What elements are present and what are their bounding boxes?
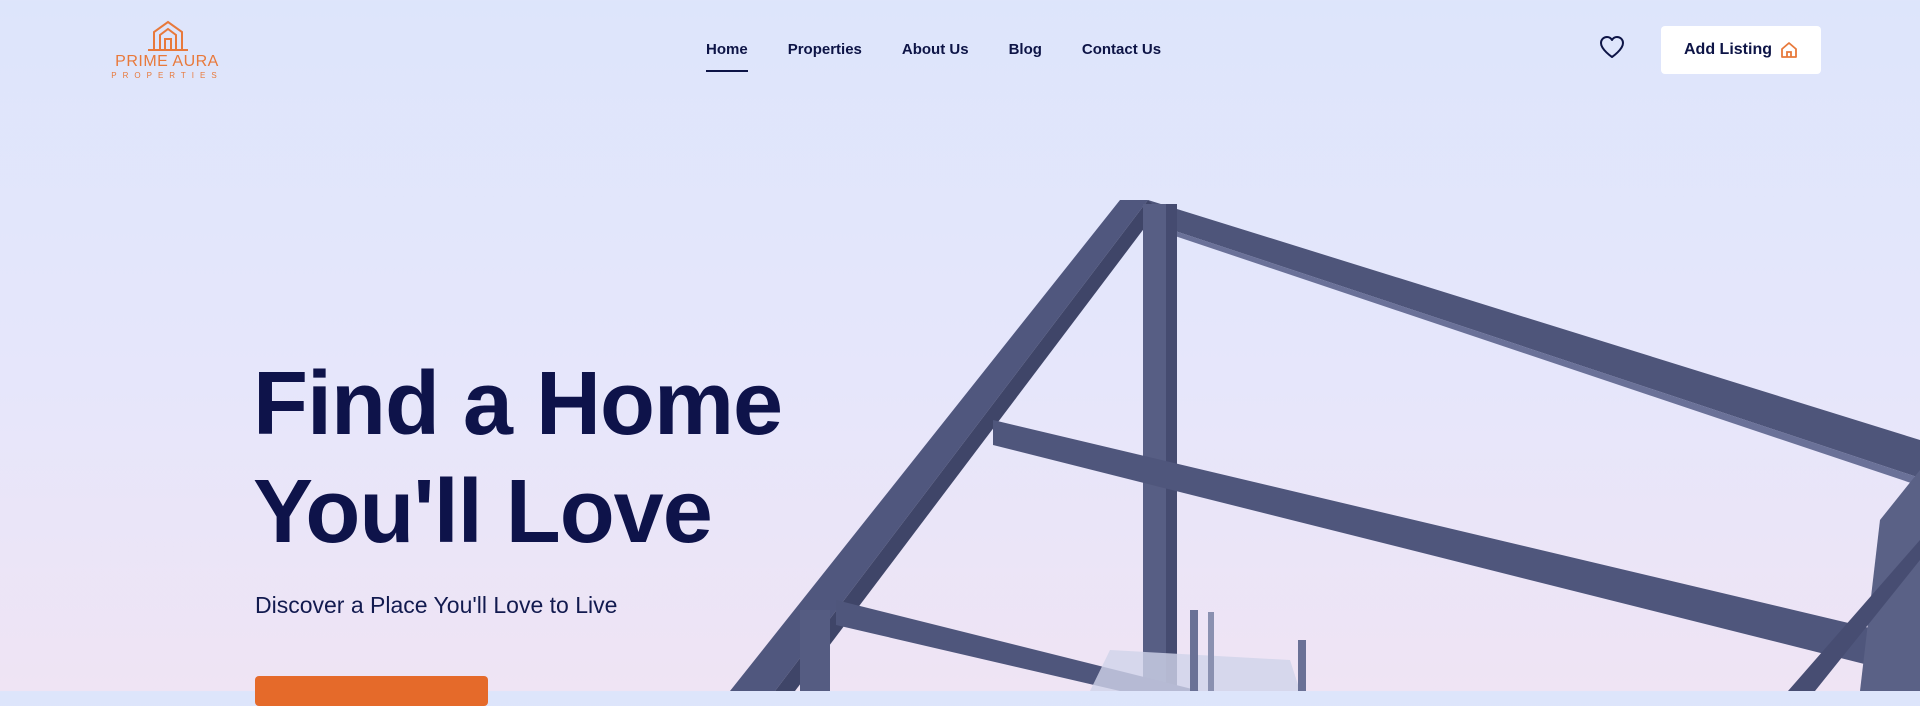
hero-subtitle: Discover a Place You'll Love to Live: [255, 592, 618, 618]
favorites-button[interactable]: [1599, 35, 1625, 59]
add-listing-button[interactable]: Add Listing: [1661, 26, 1821, 74]
hero-title-line2: You'll Love: [253, 462, 713, 562]
nav-item-home[interactable]: Home: [706, 41, 748, 72]
heart-icon: [1600, 36, 1624, 58]
nav-item-about-us[interactable]: About Us: [902, 41, 969, 58]
main-nav: Home Properties About Us Blog Contact Us: [706, 41, 1161, 72]
hero-title: Find a Home You'll Love: [253, 350, 783, 566]
add-listing-label: Add Listing: [1684, 41, 1772, 58]
brand-tagline: PROPERTIES: [111, 71, 223, 80]
nav-item-contact-us[interactable]: Contact Us: [1082, 41, 1161, 58]
brand-logo[interactable]: PRIME AURA PROPERTIES: [104, 18, 230, 80]
house-icon: [1781, 42, 1797, 58]
hero-building-image: [730, 200, 1920, 691]
logo-house-icon: [148, 20, 188, 51]
hero-cta-button[interactable]: [255, 676, 488, 706]
hero-title-line1: Find a Home: [253, 354, 783, 454]
nav-item-properties[interactable]: Properties: [788, 41, 862, 58]
nav-item-blog[interactable]: Blog: [1009, 41, 1042, 58]
brand-name: PRIME AURA: [115, 53, 219, 70]
